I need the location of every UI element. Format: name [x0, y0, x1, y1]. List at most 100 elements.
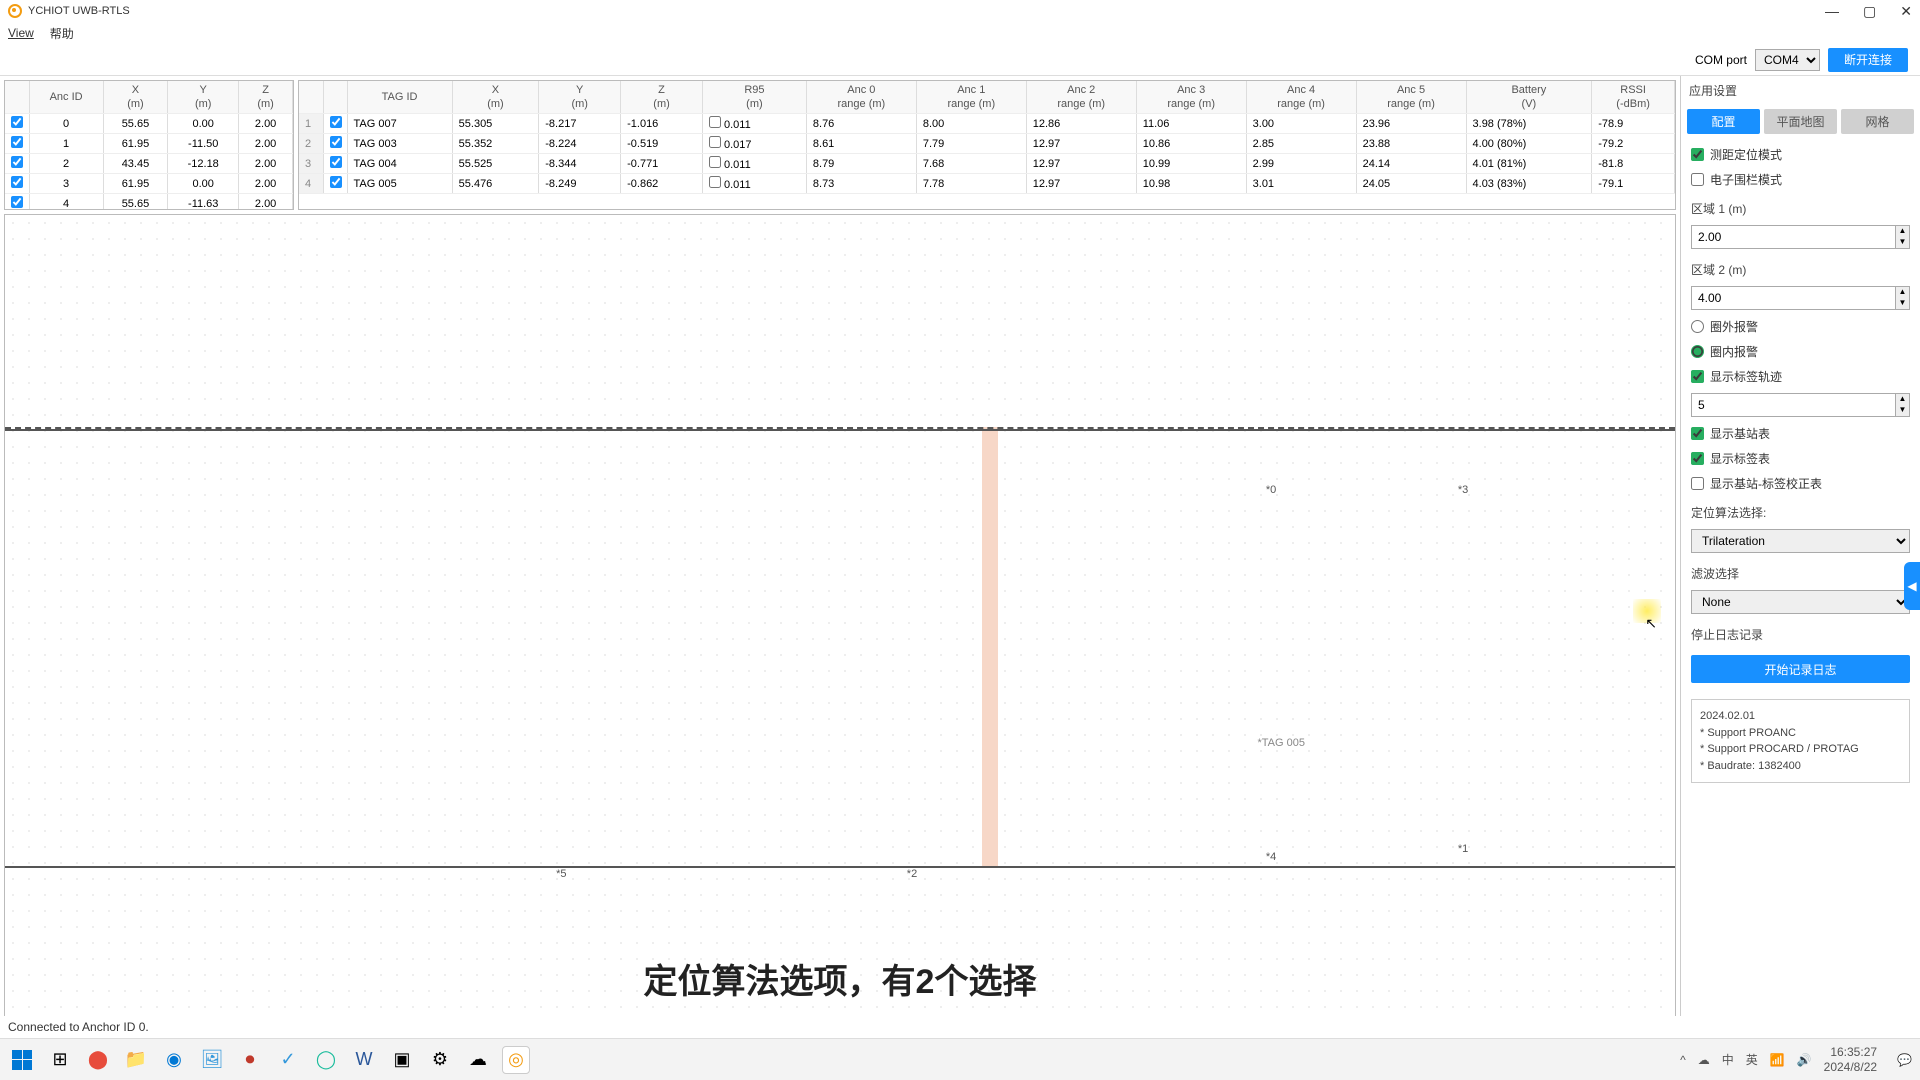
anchor-checkbox[interactable]: [11, 196, 23, 208]
zone2-down[interactable]: ▼: [1895, 298, 1909, 309]
col-anc-z[interactable]: Z (m): [239, 81, 293, 114]
map-canvas[interactable]: *0 *3 *1 *4 *2 *5 *TAG 005 ↖ 定位算法选项，有2个选…: [4, 214, 1676, 1032]
minimize-button[interactable]: ―: [1825, 3, 1839, 20]
tray-wifi-icon[interactable]: 📶: [1770, 1053, 1785, 1067]
table-row[interactable]: 161.95-11.502.00: [5, 134, 293, 154]
table-row[interactable]: 2 TAG 00355.352-8.224-0.519 0.017 8.617.…: [299, 134, 1675, 154]
settings-icon[interactable]: ⚙: [426, 1046, 454, 1074]
col-tag-z[interactable]: Z (m): [621, 81, 703, 114]
maximize-button[interactable]: ▢: [1863, 3, 1876, 20]
tag-table: TAG ID X (m) Y (m) Z (m) R95 (m) Anc 0 r…: [298, 80, 1676, 210]
zone1-up[interactable]: ▲: [1895, 226, 1909, 237]
anchor-checkbox[interactable]: [11, 116, 23, 128]
algo-select[interactable]: Trilateration: [1691, 529, 1910, 553]
zone1-input[interactable]: [1691, 225, 1910, 249]
table-row[interactable]: 455.65-11.632.00: [5, 194, 293, 211]
app-icon-1[interactable]: ⬤: [84, 1046, 112, 1074]
com-port-select[interactable]: COM4: [1755, 49, 1820, 71]
tab-config[interactable]: 配置: [1687, 109, 1760, 134]
connect-button[interactable]: 断开连接: [1828, 48, 1908, 72]
titlebar: YCHIOT UWB-RTLS ― ▢ ✕: [0, 0, 1920, 22]
tab-grid[interactable]: 网格: [1841, 109, 1914, 134]
app-icon-3[interactable]: ☁: [464, 1046, 492, 1074]
anchor-checkbox[interactable]: [11, 136, 23, 148]
chk-show-tags[interactable]: [1691, 452, 1704, 465]
zone1-down[interactable]: ▼: [1895, 237, 1909, 248]
chk-show-anchors[interactable]: [1691, 427, 1704, 440]
r95-checkbox[interactable]: [709, 116, 721, 128]
zone2-input[interactable]: [1691, 286, 1910, 310]
r95-checkbox[interactable]: [709, 176, 721, 188]
tray-volume-icon[interactable]: 🔊: [1797, 1053, 1812, 1067]
taskview-icon[interactable]: ⊞: [46, 1046, 74, 1074]
trace-down[interactable]: ▼: [1895, 405, 1909, 416]
table-row[interactable]: 243.45-12.182.00: [5, 154, 293, 174]
col-a3[interactable]: Anc 3 range (m): [1136, 81, 1246, 114]
terminal-icon[interactable]: ▣: [388, 1046, 416, 1074]
side-drawer-handle[interactable]: ◀: [1904, 562, 1920, 610]
menu-view[interactable]: View: [8, 26, 34, 40]
close-button[interactable]: ✕: [1900, 3, 1912, 20]
col-tag-y[interactable]: Y (m): [539, 81, 621, 114]
photos-icon[interactable]: 🖼: [198, 1046, 226, 1074]
edge-icon[interactable]: ◉: [160, 1046, 188, 1074]
sidebar: 应用设置 配置 平面地图 网格 测距定位模式 电子围栏模式 区域 1 (m) ▲…: [1680, 76, 1920, 1036]
menu-help[interactable]: 帮助: [50, 25, 74, 42]
col-a4[interactable]: Anc 4 range (m): [1246, 81, 1356, 114]
tray-ime1[interactable]: 中: [1722, 1051, 1734, 1068]
table-row[interactable]: 361.950.002.00: [5, 174, 293, 194]
trace-input[interactable]: [1691, 393, 1910, 417]
tag-marker: *TAG 005: [1258, 737, 1306, 749]
chk-ranging-mode[interactable]: [1691, 148, 1704, 161]
table-row[interactable]: 055.650.002.00: [5, 114, 293, 134]
col-tag-r95[interactable]: R95 (m): [702, 81, 806, 114]
tray-ime2[interactable]: 英: [1746, 1051, 1758, 1068]
anchor-marker-3: *3: [1458, 484, 1468, 496]
app-icon-2[interactable]: ◯: [312, 1046, 340, 1074]
chk-fence-mode[interactable]: [1691, 173, 1704, 186]
table-row[interactable]: 1 TAG 00755.305-8.217-1.016 0.011 8.768.…: [299, 114, 1675, 134]
start-button[interactable]: [8, 1046, 36, 1074]
radio-alarm-out[interactable]: [1691, 320, 1704, 333]
tag-checkbox[interactable]: [330, 176, 342, 188]
tab-floor[interactable]: 平面地图: [1764, 109, 1837, 134]
clock[interactable]: 16:35:27 2024/8/22: [1824, 1045, 1885, 1074]
start-log-button[interactable]: 开始记录日志: [1691, 655, 1910, 683]
ychiot-app-icon[interactable]: ◎: [502, 1046, 530, 1074]
col-tag-id[interactable]: TAG ID: [347, 81, 452, 114]
zone2-up[interactable]: ▲: [1895, 287, 1909, 298]
anchor-marker-2: *2: [907, 868, 917, 880]
col-bat[interactable]: Battery (V): [1466, 81, 1592, 114]
word-icon[interactable]: W: [350, 1046, 378, 1074]
tag-checkbox[interactable]: [330, 156, 342, 168]
tray-cloud-icon[interactable]: ☁: [1698, 1053, 1710, 1067]
tray-notification-icon[interactable]: 💬: [1897, 1053, 1912, 1067]
chk-show-trace[interactable]: [1691, 370, 1704, 383]
filter-select[interactable]: None: [1691, 590, 1910, 614]
col-a2[interactable]: Anc 2 range (m): [1026, 81, 1136, 114]
record-icon[interactable]: ⏺: [236, 1046, 264, 1074]
table-row[interactable]: 4 TAG 00555.476-8.249-0.862 0.011 8.737.…: [299, 174, 1675, 194]
tray-chevron-icon[interactable]: ^: [1680, 1053, 1686, 1067]
anchor-checkbox[interactable]: [11, 156, 23, 168]
col-a0[interactable]: Anc 0 range (m): [806, 81, 916, 114]
table-row[interactable]: 3 TAG 00455.525-8.344-0.771 0.011 8.797.…: [299, 154, 1675, 174]
explorer-icon[interactable]: 📁: [122, 1046, 150, 1074]
anchor-marker-0: *0: [1266, 484, 1276, 496]
col-tag-x[interactable]: X (m): [452, 81, 539, 114]
col-anc-y[interactable]: Y (m): [168, 81, 239, 114]
r95-checkbox[interactable]: [709, 136, 721, 148]
col-a1[interactable]: Anc 1 range (m): [916, 81, 1026, 114]
col-a5[interactable]: Anc 5 range (m): [1356, 81, 1466, 114]
tag-checkbox[interactable]: [330, 116, 342, 128]
chk-show-calib[interactable]: [1691, 477, 1704, 490]
col-anc-x[interactable]: X (m): [103, 81, 168, 114]
tag-checkbox[interactable]: [330, 136, 342, 148]
radio-alarm-in[interactable]: [1691, 345, 1704, 358]
col-rssi[interactable]: RSSI (-dBm): [1592, 81, 1675, 114]
todo-icon[interactable]: ✓: [274, 1046, 302, 1074]
trace-up[interactable]: ▲: [1895, 394, 1909, 405]
col-anc-id[interactable]: Anc ID: [29, 81, 103, 114]
anchor-checkbox[interactable]: [11, 176, 23, 188]
r95-checkbox[interactable]: [709, 156, 721, 168]
